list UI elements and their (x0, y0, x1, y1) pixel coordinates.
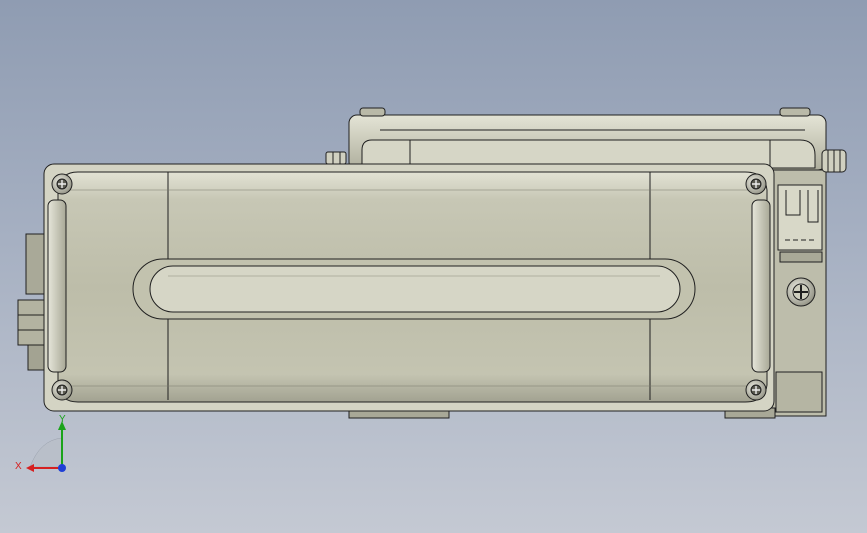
right-side-rail (751, 199, 771, 373)
screw-icon (745, 173, 767, 195)
x-axis-label: X (15, 461, 22, 472)
cad-part[interactable] (17, 107, 847, 419)
model-viewport[interactable] (0, 0, 867, 533)
nut-icon (821, 149, 847, 173)
cross-screw-icon (786, 277, 816, 307)
triad-plane (29, 437, 63, 468)
housing-tab-right (779, 107, 811, 117)
y-axis-label: Y (59, 414, 66, 425)
screw-icon (51, 173, 73, 195)
z-axis (58, 464, 66, 472)
housing-tab-left (359, 107, 386, 117)
nut-icon (325, 151, 347, 165)
center-slot (149, 265, 681, 313)
left-side-rail (47, 199, 67, 373)
screw-icon (745, 379, 767, 401)
view-triad-icon[interactable]: X Y (10, 410, 80, 480)
screw-icon (51, 379, 73, 401)
terminal-foot (779, 251, 823, 263)
